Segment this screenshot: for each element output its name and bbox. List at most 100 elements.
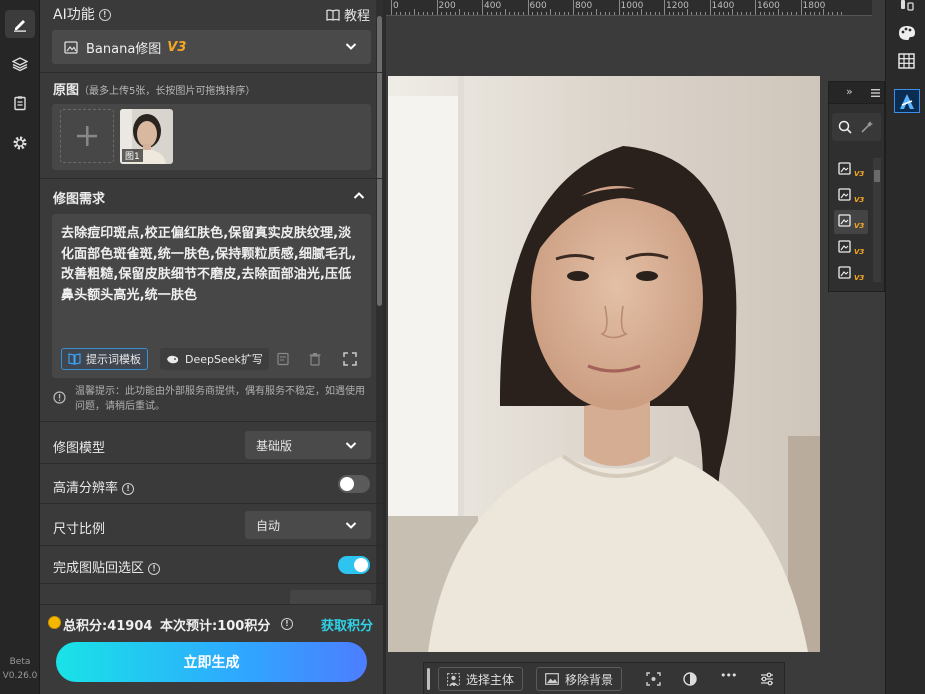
prompt-template-label: 提示词模板 [86,353,141,366]
ruler-major-tick [482,0,483,15]
image-select-v3-tool-icon[interactable]: V3 [834,236,868,260]
contrast-icon[interactable] [683,672,697,686]
retouch-model-value: 基础版 [256,438,293,453]
thumbnail-label: 图1 [122,149,143,162]
divider [40,583,383,584]
settings-gear-icon[interactable] [5,129,35,157]
source-thumbnail[interactable]: 图1 [120,109,173,164]
panel-scrollbar-thumb[interactable] [377,16,382,306]
ruler-minor-tick [577,12,579,15]
hd-resolution-toggle[interactable] [338,475,370,493]
clipboard-icon[interactable] [5,89,35,117]
magic-wand-icon[interactable] [860,120,874,134]
image-edit-v3-tool-icon[interactable]: V3 [834,158,868,182]
select-subject-button[interactable]: 选择主体 [438,667,524,691]
ruler-minor-tick [764,12,766,15]
ruler-major-tick [800,0,802,15]
ruler-minor-tick [491,12,493,15]
partial-dropdown[interactable] [290,590,371,604]
ruler-minor-tick [518,12,520,15]
ruler-minor-tick [404,12,406,15]
magic-wand-v3-tool-icon[interactable]: V3 [834,210,868,234]
requirement-title: 修图需求 [53,192,106,207]
ruler-minor-tick [723,12,725,15]
info-icon[interactable]: ! [148,562,161,575]
total-points: 总积分:41904 [63,619,153,634]
ruler-label: 0 [393,1,399,11]
panel-title-text: AI功能 [53,7,95,23]
palette-scrollbar[interactable] [873,158,881,282]
aspect-ratio-dropdown[interactable]: 自动 [245,511,371,539]
ruler-label: 800 [575,1,593,11]
ruler-minor-tick [836,12,838,15]
tutorial-link[interactable]: 教程 [326,5,370,24]
ruler-minor-tick [832,12,834,15]
more-options-icon[interactable]: ••• [720,669,737,682]
add-image-button[interactable] [60,109,114,163]
menu-icon[interactable] [871,89,880,97]
toolbar-drag-handle[interactable] [427,668,430,690]
ruler-minor-tick [736,12,738,15]
prompt-template-button[interactable]: 提示词模板 [61,348,148,370]
partial-tool-icon[interactable] [899,0,915,12]
ruler-minor-tick [563,12,565,15]
chevron-down-icon [345,442,357,449]
image-enhance-v3-tool-icon[interactable]: V3 [834,262,868,286]
retouch-model-label: 修图模型 [53,441,106,456]
ruler-minor-tick [809,12,811,15]
ruler-minor-tick [604,12,606,15]
text-ai-v3-tool-icon[interactable]: V3 [834,184,868,208]
aspect-ratio-label: 尺寸比例 [53,522,106,537]
grid-table-icon[interactable] [898,53,915,69]
info-icon[interactable]: ! [122,482,135,495]
ruler-minor-tick [714,12,716,15]
palette-header[interactable]: » [829,82,884,104]
ruler-major-tick [709,0,711,15]
remove-background-button[interactable]: 移除背景 [536,667,623,691]
ai-plugin-logo-icon[interactable] [894,89,920,113]
paste-back-toggle[interactable] [338,556,370,574]
fullscreen-icon[interactable] [343,352,357,366]
search-icon[interactable] [838,120,852,134]
requirement-text: 去除痘印斑点,校正偏红肤色,保留真实皮肤纹理,淡化面部色斑雀斑,统一肤色,保持颗… [61,226,357,303]
ruler-minor-tick [641,9,643,15]
ruler-label: 400 [484,1,502,11]
palette-scroll-thumb[interactable] [874,170,880,182]
expand-chevrons-icon[interactable]: » [846,85,853,98]
layers-icon[interactable] [5,50,35,78]
palette-color-icon[interactable] [898,25,916,41]
get-points-link[interactable]: 获取积分 [321,615,373,634]
ruler-minor-tick [545,12,547,15]
retouch-model-dropdown[interactable]: 基础版 [245,431,371,459]
history-notes-icon[interactable] [276,352,290,366]
trash-icon[interactable] [308,352,322,366]
model-select-dropdown[interactable]: Banana修图 V3 [52,30,371,64]
ruler-minor-tick [786,12,788,15]
portrait-photo[interactable] [388,76,820,652]
adjust-sliders-icon[interactable] [760,672,774,686]
deepseek-expand-button[interactable]: DeepSeek扩写 [160,348,269,370]
notice-info-icon [53,391,66,404]
aspect-ratio-value: 自动 [256,518,281,533]
ruler-minor-tick [568,12,570,15]
ruler-major-tick [573,0,574,15]
requirement-textarea[interactable]: 去除痘印斑点,校正偏红肤色,保留真实皮肤纹理,淡化面部色斑雀斑,统一肤色,保持颗… [52,214,371,378]
estimated-cost: 本次预计:100积分 [160,619,271,634]
crop-select-icon[interactable] [646,672,661,686]
ruler-label: 1000 [620,1,644,11]
info-icon[interactable]: ! [281,618,293,630]
info-icon[interactable]: ! [98,9,111,21]
edit-pen-icon[interactable] [5,10,35,38]
ruler-label: 1200 [666,1,689,11]
collapse-chevron-up-icon[interactable] [353,191,365,200]
ruler-minor-tick [559,12,561,15]
ruler-minor-tick [727,12,729,15]
ruler-minor-tick [782,12,784,15]
source-title: 原图 [53,83,80,98]
generate-button[interactable]: 立即生成 [56,642,367,682]
source-hint: （最多上传5张，长按图片可拖拽排序） [79,86,256,97]
ruler-minor-tick [654,12,656,15]
divider [40,503,383,504]
ruler-minor-tick [695,12,697,15]
ruler-minor-tick [686,9,688,15]
